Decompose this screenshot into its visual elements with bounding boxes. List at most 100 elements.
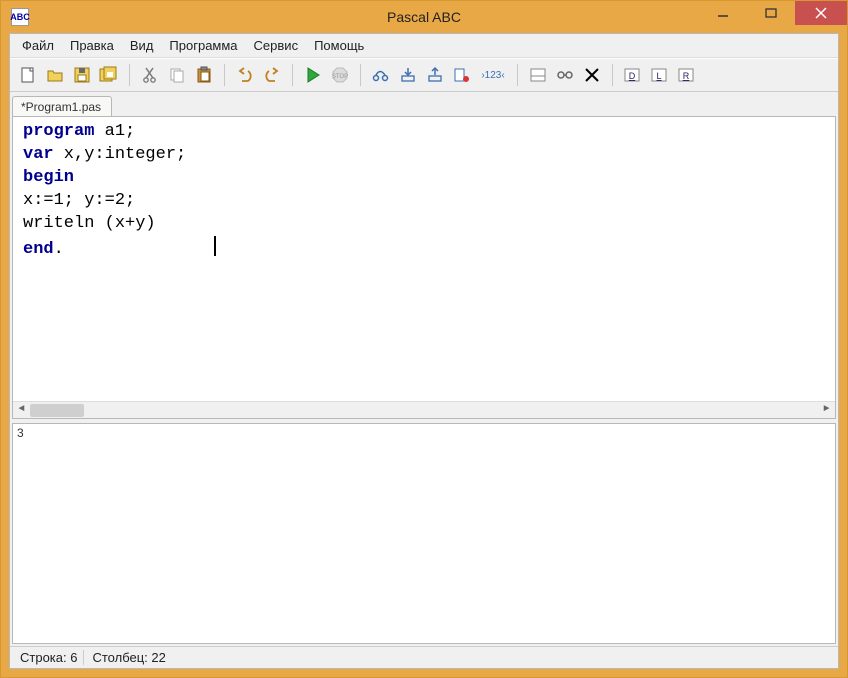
code-text: x,y:integer; (54, 145, 187, 164)
undo-icon (236, 66, 254, 84)
step-into-button[interactable] (396, 63, 420, 87)
menu-help[interactable]: Помощь (306, 36, 372, 55)
open-file-button[interactable] (43, 63, 67, 87)
syntax-check-button[interactable]: D (621, 63, 645, 87)
menu-service[interactable]: Сервис (246, 36, 307, 55)
stop-icon: STOP (331, 66, 349, 84)
open-file-icon (46, 66, 64, 84)
scroll-right-arrow[interactable]: ► (818, 402, 835, 419)
copy-icon (168, 66, 186, 84)
client-area: Файл Правка Вид Программа Сервис Помощь … (9, 33, 839, 669)
svg-text:D: D (629, 71, 636, 81)
save-icon (73, 66, 91, 84)
menu-file[interactable]: Файл (14, 36, 62, 55)
step-over-icon (371, 66, 391, 84)
find-replace-icon: R (677, 66, 697, 84)
close-button[interactable] (795, 1, 847, 25)
keyword: end (23, 240, 54, 259)
titlebar[interactable]: ABC Pascal ABC (1, 1, 847, 33)
svg-text:STOP: STOP (332, 74, 348, 80)
code-text: . (54, 240, 64, 259)
output-text: 3 (17, 426, 24, 440)
cut-icon (141, 66, 159, 84)
run-button[interactable] (301, 63, 325, 87)
save-button[interactable] (70, 63, 94, 87)
watch-expr-button[interactable]: ›123‹ (477, 63, 509, 87)
breakpoint-button[interactable] (450, 63, 474, 87)
new-file-icon (19, 66, 37, 84)
toolbar-separator (517, 64, 518, 86)
code-text: writeln (x+y) (23, 214, 156, 233)
close-panel-button[interactable] (580, 63, 604, 87)
watch-expr-icon: ›123‹ (481, 70, 504, 81)
syntax-check-icon: D (623, 66, 643, 84)
scroll-left-arrow[interactable]: ◄ (13, 402, 30, 419)
cut-button[interactable] (138, 63, 162, 87)
text-caret (214, 236, 216, 256)
code-content: program a1; var x,y:integer; begin x:=1;… (13, 117, 835, 266)
status-line: Строка: 6 (14, 650, 84, 665)
watch-button[interactable] (553, 63, 577, 87)
minimize-icon (717, 7, 729, 19)
status-line-value: 6 (70, 650, 77, 665)
menu-view[interactable]: Вид (122, 36, 162, 55)
app-icon: ABC (11, 8, 29, 26)
scroll-track[interactable] (30, 402, 818, 419)
panel-button[interactable] (526, 63, 550, 87)
toolbar-separator (360, 64, 361, 86)
horizontal-scrollbar[interactable]: ◄ ► (13, 401, 835, 418)
redo-button[interactable] (260, 63, 284, 87)
app-window: ABC Pascal ABC Файл Правка Вид Программа… (0, 0, 848, 678)
window-controls (699, 1, 847, 25)
panel-icon (529, 66, 547, 84)
close-panel-icon (583, 66, 601, 84)
toolbar: STOP ›123‹ D L R (10, 58, 838, 92)
minimize-button[interactable] (699, 1, 747, 25)
watch-icon (555, 66, 575, 84)
undo-button[interactable] (233, 63, 257, 87)
toolbar-separator (224, 64, 225, 86)
status-col-value: 22 (151, 650, 165, 665)
step-into-icon (399, 66, 417, 84)
scroll-thumb[interactable] (30, 404, 84, 417)
toolbar-separator (612, 64, 613, 86)
statusbar: Строка: 6 Столбец: 22 (10, 646, 838, 668)
run-icon (304, 66, 322, 84)
new-file-button[interactable] (16, 63, 40, 87)
list-errors-button[interactable]: L (648, 63, 672, 87)
keyword: var (23, 145, 54, 164)
breakpoint-icon (453, 66, 471, 84)
menu-edit[interactable]: Правка (62, 36, 122, 55)
maximize-icon (765, 7, 777, 19)
code-text: x:=1; y:=2; (23, 191, 135, 210)
stop-button[interactable]: STOP (328, 63, 352, 87)
save-all-icon (99, 66, 119, 84)
copy-button[interactable] (165, 63, 189, 87)
menubar: Файл Правка Вид Программа Сервис Помощь (10, 34, 838, 58)
find-replace-button[interactable]: R (675, 63, 699, 87)
keyword: program (23, 122, 94, 141)
svg-text:R: R (683, 71, 690, 81)
editor-tab[interactable]: *Program1.pas (12, 96, 112, 117)
list-errors-icon: L (650, 66, 670, 84)
status-line-label: Строка: (20, 650, 70, 665)
maximize-button[interactable] (747, 1, 795, 25)
save-all-button[interactable] (97, 63, 121, 87)
toolbar-separator (129, 64, 130, 86)
paste-button[interactable] (192, 63, 216, 87)
redo-icon (263, 66, 281, 84)
code-text: a1; (94, 122, 135, 141)
step-over-button[interactable] (369, 63, 393, 87)
status-col-label: Столбец: (92, 650, 151, 665)
status-column: Столбец: 22 (86, 650, 171, 665)
keyword: begin (23, 168, 74, 187)
menu-program[interactable]: Программа (161, 36, 245, 55)
output-panel[interactable]: 3 (12, 423, 836, 644)
code-editor[interactable]: program a1; var x,y:integer; begin x:=1;… (12, 116, 836, 419)
paste-icon (195, 66, 213, 84)
step-out-icon (426, 66, 444, 84)
svg-text:L: L (656, 71, 661, 81)
tab-strip: *Program1.pas (10, 92, 838, 116)
step-out-button[interactable] (423, 63, 447, 87)
close-icon (815, 7, 827, 19)
